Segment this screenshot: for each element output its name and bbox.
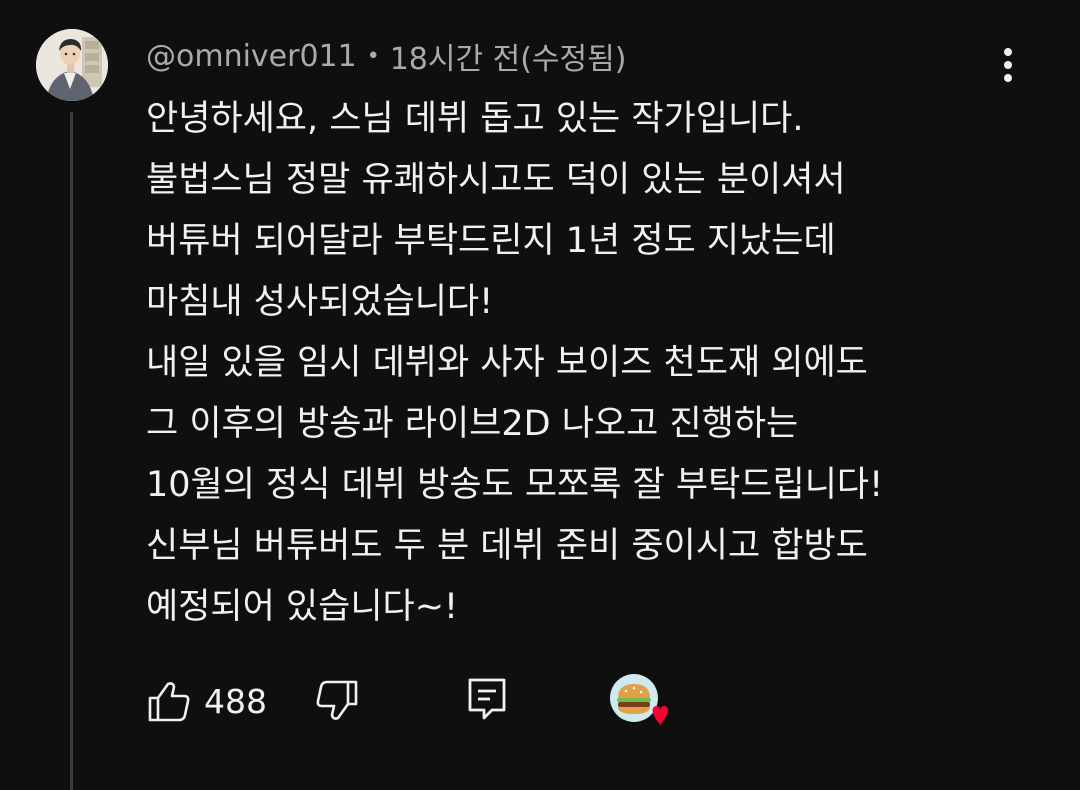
comment-line: 내일 있을 임시 데뷔와 사자 보이즈 천도재 외에도	[146, 343, 868, 383]
like-button[interactable]	[146, 678, 192, 724]
dislike-button[interactable]	[314, 678, 360, 724]
thumbs-up-icon	[148, 682, 190, 722]
like-count: 488	[204, 682, 267, 721]
thumbs-down-icon	[316, 680, 358, 720]
reply-icon	[468, 678, 506, 720]
thread-line	[70, 112, 73, 790]
avatar-illustration	[36, 29, 108, 101]
more-vertical-icon-dot	[1004, 74, 1012, 82]
more-vertical-icon-dot	[1004, 61, 1012, 69]
comment-line: 마침내 성사되었습니다!	[146, 282, 494, 322]
more-actions-button[interactable]	[990, 40, 1026, 90]
comment-timestamp[interactable]: 18시간 전(수정됨)	[390, 34, 627, 78]
comment-body: 안녕하세요, 스님 데뷔 돕고 있는 작가입니다. 불법스님 정말 유쾌하시고도…	[146, 89, 1046, 638]
author-avatar[interactable]	[36, 29, 108, 101]
more-vertical-icon	[1004, 48, 1012, 56]
comment-line: 예정되어 있습니다~!	[146, 587, 459, 627]
creator-heart-icon	[610, 674, 668, 727]
comment-thread: @omniver011 • 18시간 전(수정됨) 안녕하세요, 스님 데뷔 돕…	[0, 0, 1080, 790]
author-handle[interactable]: @omniver011	[146, 39, 357, 74]
comment-header: @omniver011 • 18시간 전(수정됨)	[146, 34, 627, 78]
comment-line: 버튜버 되어달라 부탁드린지 1년 정도 지났는데	[146, 221, 836, 261]
meta-separator: •	[366, 43, 380, 69]
comment-action-bar: 488	[146, 672, 706, 732]
comment-line: 안녕하세요, 스님 데뷔 돕고 있는 작가입니다.	[146, 99, 804, 139]
comment-line: 불법스님 정말 유쾌하시고도 덕이 있는 분이셔서	[146, 160, 846, 200]
reply-button[interactable]	[466, 676, 508, 722]
comment-line: 신부님 버튜버도 두 분 데뷔 준비 중이시고 합방도	[146, 526, 868, 566]
creator-heart-badge	[608, 672, 672, 734]
comment-line: 그 이후의 방송과 라이브2D 나오고 진행하는	[146, 404, 799, 444]
comment-line: 10월의 정식 데뷔 방송도 모쪼록 잘 부탁드립니다!	[146, 465, 884, 505]
